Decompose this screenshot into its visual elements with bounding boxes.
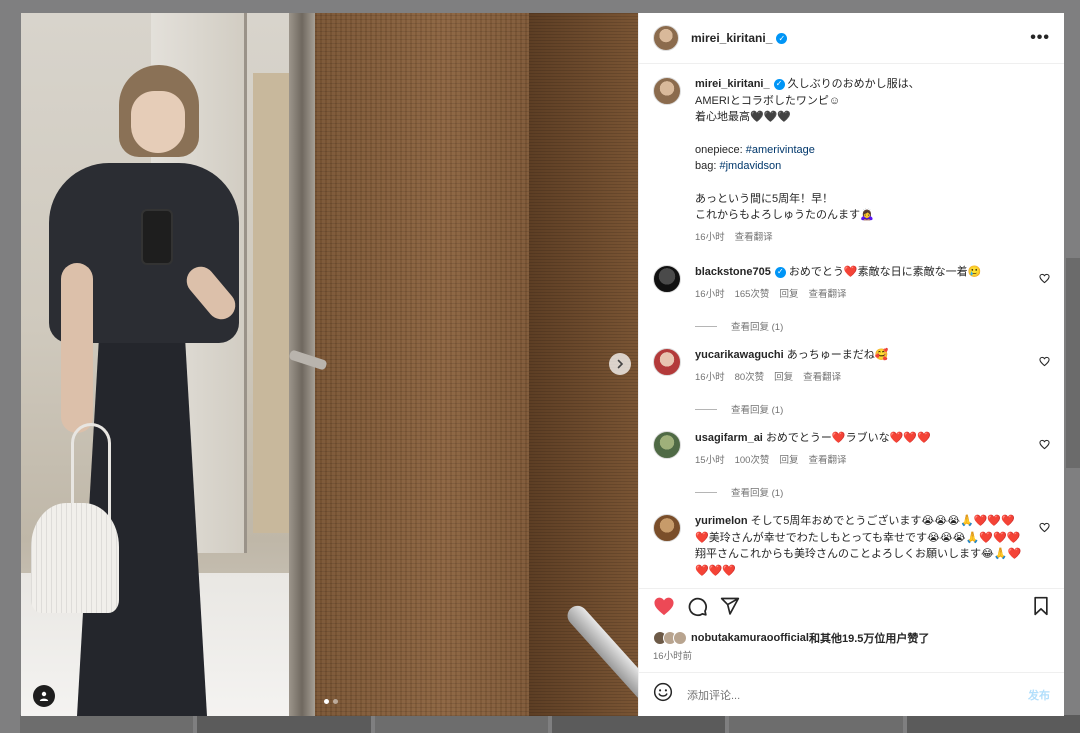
view-replies-row[interactable]: 查看回复 (1) — [695, 485, 1050, 499]
caption-time[interactable]: 16小时 — [695, 230, 725, 247]
carousel-dot — [333, 699, 338, 704]
user-icon — [39, 691, 49, 701]
comment-item: usagifarm_ai おめでとうー❤️ラブいな❤️❤️❤️ 15小时 100… — [653, 430, 1050, 469]
emoji-icon[interactable] — [653, 682, 673, 707]
translate-link[interactable]: 查看翻译 — [735, 230, 773, 247]
commenter-username[interactable]: usagifarm_ai — [695, 432, 763, 444]
commenter-username[interactable]: blackstone705 — [695, 266, 771, 278]
commenter-avatar[interactable] — [653, 514, 681, 542]
carousel-indicator — [324, 699, 338, 704]
smartphone — [141, 209, 173, 265]
elevator-mirror — [21, 13, 315, 716]
tagged-users-button[interactable] — [33, 685, 55, 707]
comment-likes[interactable]: 100次赞 — [735, 453, 770, 470]
comment-time[interactable]: 16小时 — [695, 370, 725, 387]
background-feed-strip — [1066, 258, 1080, 468]
comment-likes[interactable]: 80次赞 — [735, 370, 765, 387]
comment-item: blackstone705 ✓ おめでとう❤️素敵な日に素敵な一着🥲 16小时 1… — [653, 264, 1050, 303]
post-header: mirei_kiritani_ ✓ ••• — [639, 13, 1064, 64]
commenter-avatar[interactable] — [653, 265, 681, 293]
post-timestamp[interactable]: 16小时前 — [639, 648, 1064, 662]
fringe-bucket-bag — [31, 503, 119, 613]
comment-likes[interactable]: 165次赞 — [735, 287, 770, 304]
person-arm-left — [61, 263, 93, 433]
like-comment-heart-icon[interactable] — [1038, 521, 1050, 533]
post-side-panel: mirei_kiritani_ ✓ ••• mirei_kiritani_ ✓ 久… — [638, 13, 1064, 716]
comment-item: yucarikawaguchi あっちゅーまだね🥰 16小时 80次赞 回复 查… — [653, 347, 1050, 386]
commenter-username[interactable]: yucarikawaguchi — [695, 349, 784, 361]
post-actions-bar — [639, 588, 1064, 628]
like-comment-heart-icon[interactable] — [1038, 272, 1050, 284]
comment-text: あっちゅーまだね🥰 — [786, 349, 889, 361]
translate-link[interactable]: 查看翻译 — [808, 287, 846, 304]
liker-username[interactable]: nobutakamuraoofficial — [691, 632, 809, 644]
post-modal: mirei_kiritani_ ✓ ••• mirei_kiritani_ ✓ 久… — [21, 13, 1064, 716]
carousel-dot-active — [324, 699, 329, 704]
chevron-right-icon — [617, 359, 624, 369]
credit-label: onepiece: — [695, 143, 743, 156]
likers-avatars — [653, 631, 687, 645]
comment-composer: 添加评论... 发布 — [639, 672, 1064, 716]
comment-text: おめでとう❤️素敵な日に素敵な一着🥲 — [788, 266, 982, 278]
view-replies-link[interactable]: 查看回复 (1) — [731, 402, 783, 416]
caption-line: あっという間に5周年！早！ — [695, 192, 834, 205]
commenter-avatar[interactable] — [653, 348, 681, 376]
comment-item: yurimelon そして5周年おめでとうございます😭😭😭🙏❤️❤️❤️❤️美玲… — [653, 513, 1050, 579]
more-options-icon[interactable]: ••• — [1030, 29, 1050, 47]
reply-button[interactable]: 回复 — [774, 370, 793, 387]
like-comment-heart-icon[interactable] — [1038, 355, 1050, 367]
like-comment-heart-icon[interactable] — [1038, 438, 1050, 450]
comment-input[interactable]: 添加评论... — [687, 687, 1028, 703]
post-comment-button[interactable]: 发布 — [1028, 687, 1050, 703]
likes-summary[interactable]: nobutakamuraoofficial 和其他19.5万位用户赞了 — [639, 628, 1064, 648]
view-replies-row[interactable]: 查看回复 (1) — [695, 319, 1050, 333]
caption-line: AMERIとコラボしたワンピ☺︎ — [695, 94, 841, 107]
verified-badge-icon: ✓ — [774, 266, 786, 278]
verified-badge-icon: ✓ — [773, 78, 785, 90]
comment-time[interactable]: 15小时 — [695, 453, 725, 470]
view-replies-row[interactable]: 查看回复 (1) — [695, 402, 1050, 416]
like-heart-icon[interactable] — [653, 596, 675, 621]
view-replies-link[interactable]: 查看回复 (1) — [731, 485, 783, 499]
comment-bubble-icon[interactable] — [687, 596, 708, 622]
comments-list[interactable]: mirei_kiritani_ ✓ 久しぶりのおめかし服は、 AMERIとコラボし… — [639, 64, 1064, 588]
view-replies-link[interactable]: 查看回复 (1) — [731, 319, 783, 333]
commenter-username[interactable]: yurimelon — [695, 515, 748, 527]
reply-button[interactable]: 回复 — [779, 287, 798, 304]
hashtag-link[interactable]: #amerivintage — [746, 144, 815, 156]
caption-username[interactable]: mirei_kiritani_ — [695, 78, 770, 90]
author-avatar[interactable] — [653, 77, 681, 105]
reply-button[interactable]: 回复 — [779, 453, 798, 470]
person-face — [131, 91, 185, 153]
comment-time[interactable]: 16小时 — [695, 287, 725, 304]
mirror-reflection-panel — [253, 73, 291, 533]
translate-link[interactable]: 查看翻译 — [808, 453, 846, 470]
translate-link[interactable]: 查看翻译 — [803, 370, 841, 387]
author-username[interactable]: mirei_kiritani_ — [691, 31, 772, 45]
background-feed-thumbnails — [0, 715, 1080, 733]
caption-line: 着心地最高🖤🖤🖤 — [695, 111, 792, 123]
verified-badge-icon: ✓ — [776, 32, 788, 44]
author-avatar[interactable] — [653, 25, 679, 51]
caption-line: 久しぶりのおめかし服は、 — [787, 78, 920, 90]
post-caption: mirei_kiritani_ ✓ 久しぶりのおめかし服は、 AMERIとコラボし… — [653, 76, 1050, 246]
credit-label: bag: — [695, 160, 717, 172]
commenter-avatar[interactable] — [653, 431, 681, 459]
comment-text: おめでとうー❤️ラブいな❤️❤️❤️ — [765, 432, 931, 444]
caption-line: これからもよろしゅうたのんます🙇‍♀️ — [695, 209, 874, 221]
next-photo-button[interactable] — [609, 353, 631, 375]
hashtag-link[interactable]: #jmdavidson — [719, 160, 781, 172]
bookmark-icon[interactable] — [1032, 596, 1050, 621]
post-photo[interactable] — [21, 13, 638, 716]
likes-count[interactable]: 和其他19.5万位用户赞了 — [809, 630, 929, 646]
share-paper-plane-icon[interactable] — [720, 596, 740, 621]
